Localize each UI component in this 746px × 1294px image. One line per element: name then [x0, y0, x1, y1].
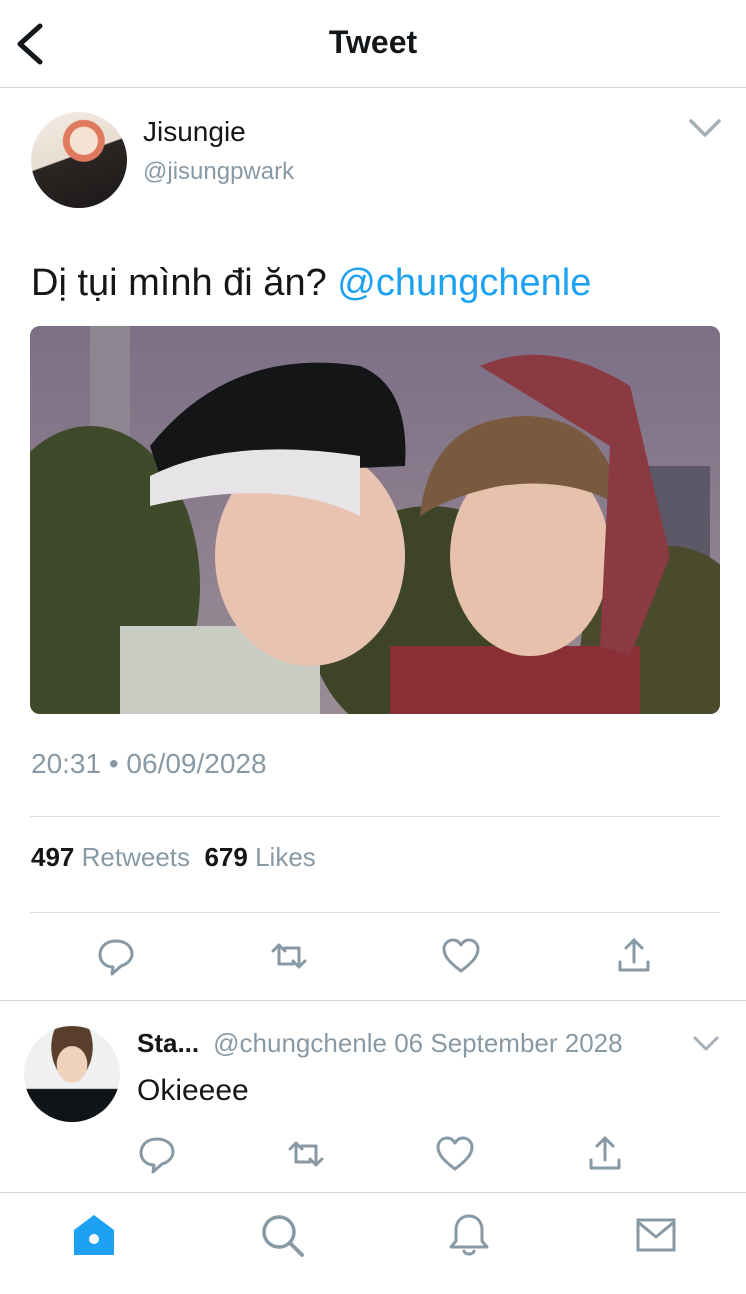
reply-avatar[interactable]: [24, 1026, 120, 1122]
reply-actions: [0, 1132, 746, 1176]
bottom-tab-bar: [0, 1192, 746, 1294]
like-button[interactable]: [439, 934, 483, 978]
tweet-options-button[interactable]: [688, 116, 722, 140]
tweet-detail-screen: Tweet Jisungie @jisungpwark Dị tụi mình …: [0, 0, 746, 1294]
retweets-label: Retweets: [81, 842, 191, 872]
divider: [30, 912, 720, 913]
top-bar: Tweet: [0, 0, 746, 88]
reply-share-button[interactable]: [583, 1132, 627, 1176]
speech-bubble-icon: [139, 1137, 175, 1174]
reply-button[interactable]: [94, 934, 138, 978]
bell-icon: [449, 1214, 489, 1256]
likes-stat[interactable]: 679 Likes: [204, 842, 315, 872]
tweet-stats: 497 Retweets 679 Likes: [31, 842, 316, 873]
author-avatar[interactable]: [31, 112, 127, 208]
reply-like-button[interactable]: [433, 1132, 477, 1176]
page-title: Tweet: [328, 24, 418, 60]
share-icon: [589, 1136, 621, 1170]
home-icon: [74, 1215, 114, 1255]
likes-label: Likes: [255, 842, 316, 872]
tweet-actions: [0, 934, 746, 978]
heart-icon: [436, 1136, 474, 1171]
reply-reply-button[interactable]: [135, 1132, 179, 1176]
tweet-photo[interactable]: [30, 326, 720, 714]
retweets-count: 497: [31, 842, 75, 872]
reply-handle-date[interactable]: @chungchenle 06 September 2028: [213, 1028, 622, 1058]
chevron-down-icon: [693, 1036, 719, 1051]
retweet-icon: [271, 943, 307, 969]
reply-author-name[interactable]: Sta...: [137, 1028, 199, 1058]
photo-illustration: [30, 326, 720, 714]
speech-bubble-icon: [98, 939, 134, 976]
retweet-icon: [288, 1141, 324, 1167]
heart-icon: [442, 938, 480, 973]
mention-link[interactable]: @chungchenle: [337, 262, 591, 304]
share-button[interactable]: [612, 934, 656, 978]
tweet-body: Dị tụi mình đi ăn?: [31, 262, 338, 304]
section-divider: [0, 1000, 746, 1001]
reply-options-button[interactable]: [692, 1034, 720, 1054]
likes-count: 679: [204, 842, 248, 872]
tweet-text: Dị tụi mình đi ăn? @chungchenle: [31, 262, 591, 305]
chevron-down-icon: [689, 119, 721, 137]
search-icon: [262, 1215, 304, 1257]
tab-notifications[interactable]: [445, 1211, 493, 1259]
retweet-button[interactable]: [267, 934, 311, 978]
share-icon: [618, 938, 650, 972]
retweets-stat[interactable]: 497 Retweets: [31, 842, 190, 872]
author-name[interactable]: Jisungie: [143, 116, 246, 148]
tab-search[interactable]: [258, 1211, 306, 1259]
envelope-icon: [636, 1218, 676, 1252]
tab-home[interactable]: [70, 1211, 118, 1259]
tweet-timestamp: 20:31 • 06/09/2028: [31, 748, 267, 779]
author-handle[interactable]: @jisungpwark: [143, 158, 294, 186]
divider: [30, 816, 720, 817]
reply-header: Sta... @chungchenle 06 September 2028: [137, 1028, 623, 1059]
tab-messages[interactable]: [632, 1211, 680, 1259]
reply-text: Okieeee: [137, 1074, 249, 1107]
reply-retweet-button[interactable]: [284, 1132, 328, 1176]
